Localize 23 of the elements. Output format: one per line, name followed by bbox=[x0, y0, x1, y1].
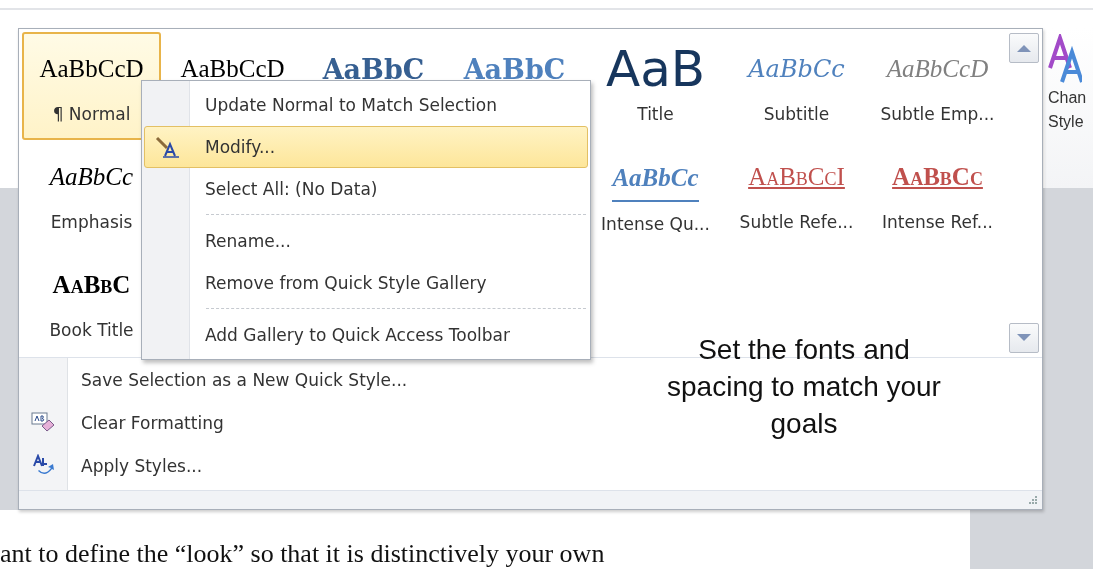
style-option[interactable]: AaBbCc Intense Ref... bbox=[868, 140, 1007, 248]
scroll-down-button[interactable] bbox=[1009, 323, 1039, 353]
menu-item[interactable]: Rename... bbox=[144, 220, 588, 262]
clear-formatting-icon bbox=[31, 411, 55, 434]
gallery-command[interactable]: Save Selection as a New Quick Style... bbox=[81, 369, 408, 390]
style-option[interactable]: AaBbCcD Subtle Emp... bbox=[868, 32, 1007, 140]
style-option[interactable]: AaBbCc Intense Qu... bbox=[586, 140, 725, 248]
menu-item[interactable]: Modify... bbox=[144, 126, 588, 168]
caret-down-icon bbox=[1016, 333, 1032, 343]
style-option[interactable]: AaBbCcD ¶ Normal bbox=[22, 32, 161, 140]
menu-item[interactable]: Select All: (No Data) bbox=[144, 168, 588, 210]
caret-up-icon bbox=[1016, 43, 1032, 53]
document-text: ant to define the “look” so that it is distinctively your own bbox=[0, 539, 605, 569]
callout-text: Set the fonts and spacing to match your goals bbox=[666, 333, 942, 441]
menu-item[interactable]: Add Gallery to Quick Access Toolbar bbox=[144, 314, 588, 356]
menu-item[interactable]: Remove from Quick Style Gallery bbox=[144, 262, 588, 304]
style-option[interactable]: AaBbCc Subtitle bbox=[727, 32, 866, 140]
style-option[interactable]: AaBbCcI Subtle Refe... bbox=[727, 140, 866, 248]
pencil-icon bbox=[155, 136, 181, 158]
gallery-command[interactable]: Apply Styles... bbox=[81, 455, 203, 476]
gallery-command[interactable]: Clear Formatting bbox=[81, 412, 224, 433]
resize-grip-icon[interactable] bbox=[1028, 495, 1038, 505]
scroll-up-button[interactable] bbox=[1009, 33, 1039, 63]
